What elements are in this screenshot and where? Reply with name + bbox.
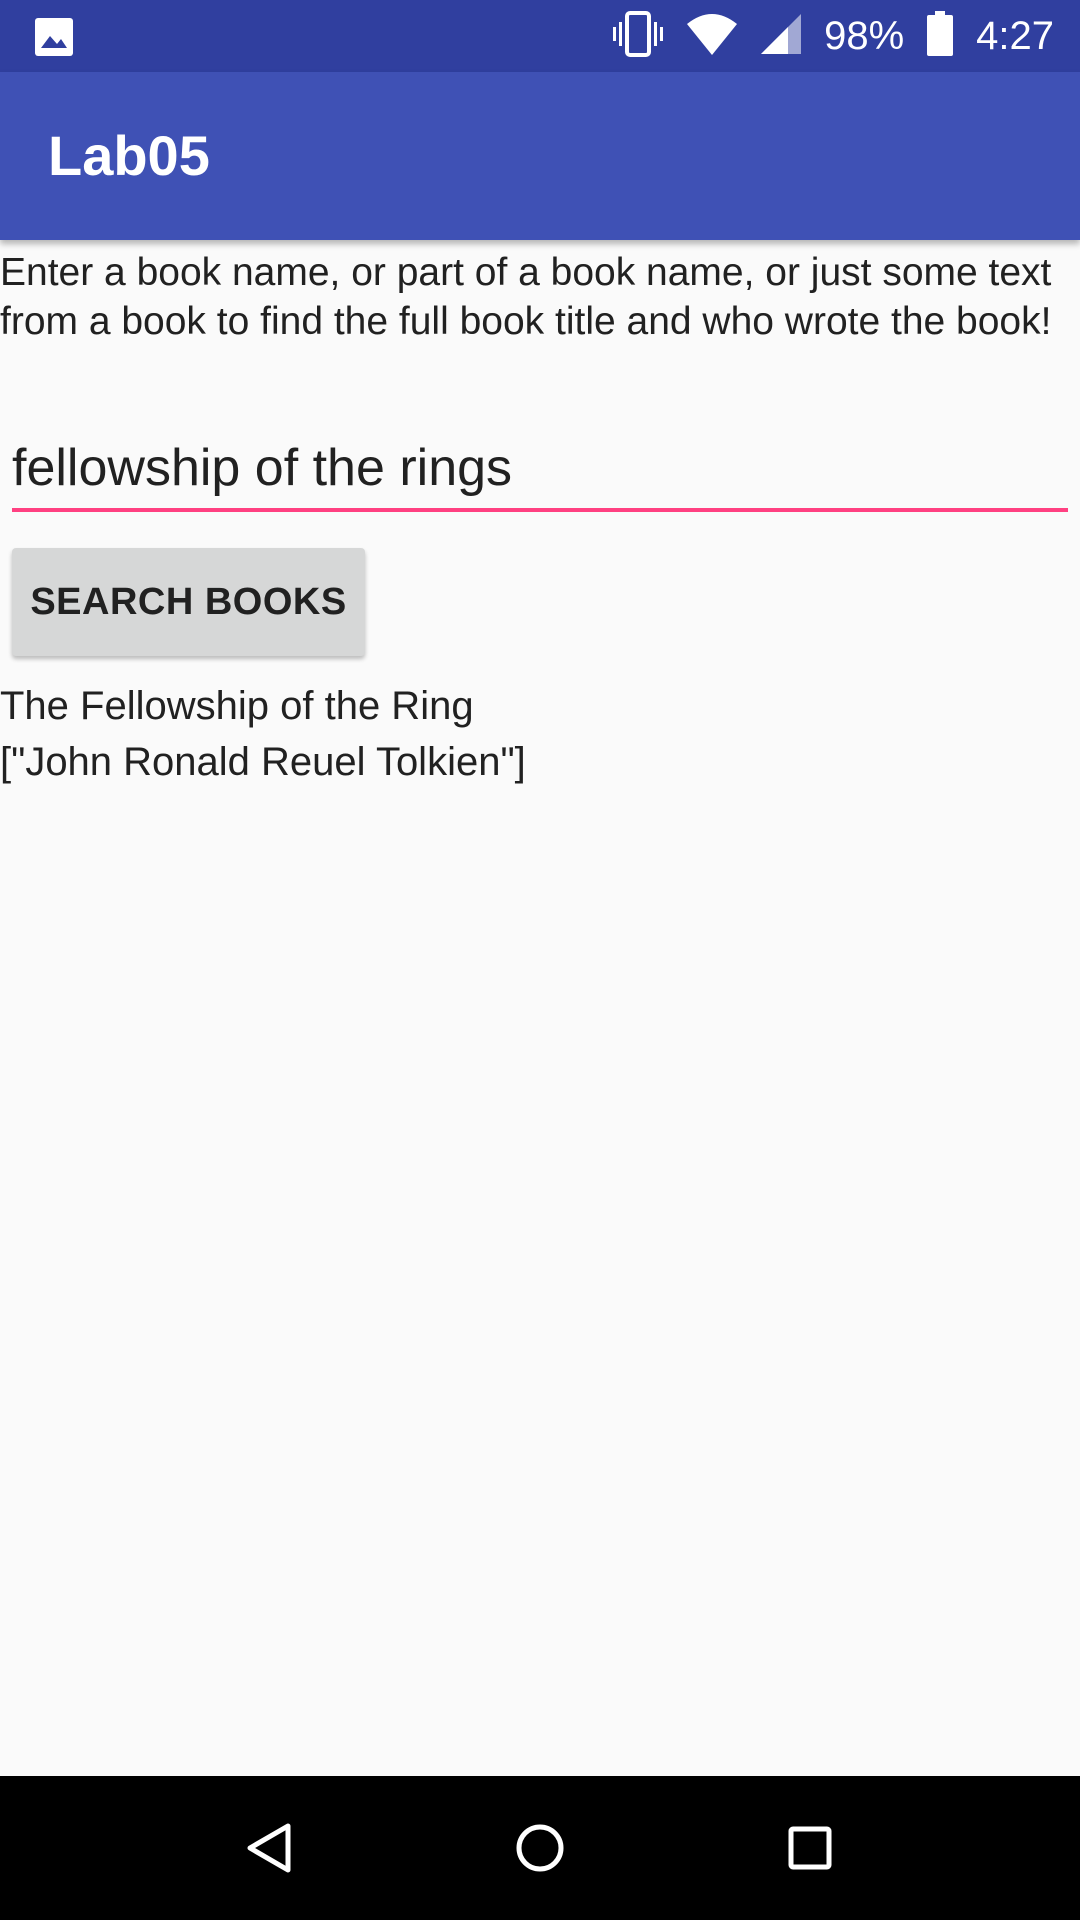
- book-search-input[interactable]: [12, 428, 1068, 512]
- status-bar: 98% 4:27: [0, 0, 1080, 72]
- home-icon[interactable]: [504, 1812, 576, 1884]
- cell-signal-icon: [760, 13, 802, 60]
- vibrate-icon: [612, 10, 664, 63]
- navigation-bar: [0, 1776, 1080, 1920]
- search-books-button[interactable]: SEARCH BOOKS: [12, 548, 365, 656]
- instructions-text: Enter a book name, or part of a book nam…: [0, 251, 1052, 343]
- clock: 4:27: [976, 13, 1054, 58]
- wifi-icon: [686, 12, 738, 61]
- result-book-authors: ["John Ronald Reuel Tolkien"]: [0, 740, 526, 784]
- recents-icon[interactable]: [774, 1812, 846, 1884]
- result-book-title: The Fellowship of the Ring: [0, 684, 474, 728]
- app-bar: Lab05: [0, 72, 1080, 240]
- battery-percent: 98%: [824, 13, 905, 58]
- battery-icon: [926, 10, 954, 62]
- status-icons: 98% 4:27: [590, 0, 1054, 72]
- app-title: Lab05: [48, 124, 210, 187]
- image-icon: [34, 17, 74, 62]
- back-icon[interactable]: [234, 1812, 306, 1884]
